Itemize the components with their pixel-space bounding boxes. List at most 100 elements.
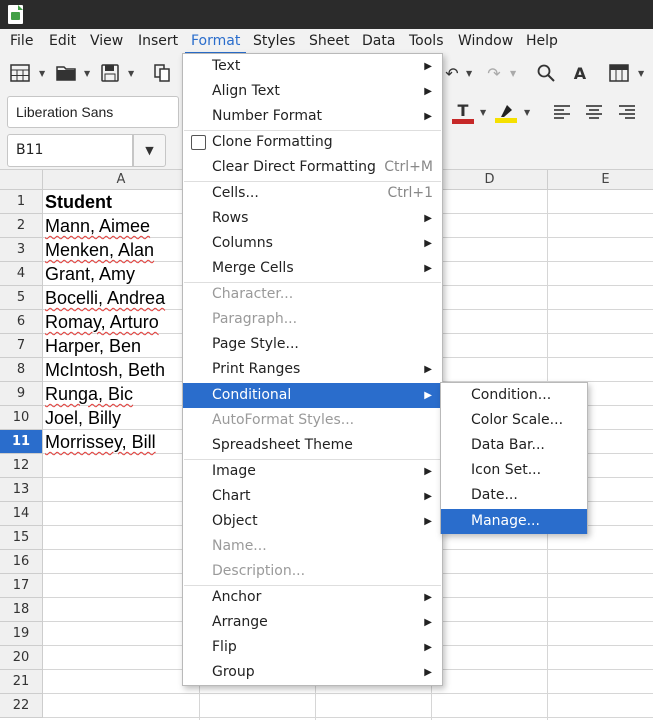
row-header-12[interactable]: 12 <box>0 454 43 478</box>
save-icon[interactable] <box>98 61 122 85</box>
menu-item-text[interactable]: Text ▶ <box>183 54 442 79</box>
menu-item-cells[interactable]: Cells... Ctrl+1 <box>183 181 442 206</box>
menu-item-number-format[interactable]: Number Format ▶ <box>183 104 442 129</box>
cell-a2[interactable]: Mann, Aimee <box>45 214 150 238</box>
menu-insert[interactable]: Insert <box>132 29 184 54</box>
menu-item-flip[interactable]: Flip ▶ <box>183 635 442 660</box>
table-icon[interactable] <box>8 61 32 85</box>
align-right-icon[interactable] <box>615 100 639 124</box>
row-header-9[interactable]: 9 <box>0 382 43 406</box>
cell-a1[interactable]: Student <box>45 190 112 214</box>
menu-item-rows[interactable]: Rows ▶ <box>183 206 442 231</box>
cell-a3[interactable]: Menken, Alan <box>45 238 154 262</box>
menu-item-object[interactable]: Object ▶ <box>183 509 442 534</box>
menu-sheet[interactable]: Sheet <box>303 29 355 54</box>
column-header-e[interactable]: E <box>548 170 653 190</box>
name-box[interactable]: B11 <box>7 134 133 167</box>
submenu-item-data-bar[interactable]: Data Bar... <box>441 433 587 458</box>
cell-a7[interactable]: Harper, Ben <box>45 334 141 358</box>
cell-a6[interactable]: Romay, Arturo <box>45 310 159 334</box>
row-header-22[interactable]: 22 <box>0 694 43 718</box>
menu-help[interactable]: Help <box>520 29 564 54</box>
align-center-icon[interactable] <box>582 100 606 124</box>
find-icon[interactable] <box>534 61 558 85</box>
menu-item-page-style[interactable]: Page Style... <box>183 332 442 357</box>
submenu-item-date[interactable]: Date... <box>441 483 587 508</box>
clone-icon[interactable] <box>150 61 174 85</box>
submenu-item-color-scale[interactable]: Color Scale... <box>441 408 587 433</box>
menu-item-arrange[interactable]: Arrange ▶ <box>183 610 442 635</box>
menu-item-print-ranges[interactable]: Print Ranges ▶ <box>183 357 442 382</box>
row-header-16[interactable]: 16 <box>0 550 43 574</box>
menu-item-columns[interactable]: Columns ▶ <box>183 231 442 256</box>
font-color-icon[interactable]: T <box>451 100 475 126</box>
name-box-dropdown-icon[interactable]: ▼ <box>133 134 166 167</box>
submenu-item-icon-set[interactable]: Icon Set... <box>441 458 587 483</box>
menu-edit[interactable]: Edit <box>43 29 82 54</box>
row-header-3[interactable]: 3 <box>0 238 43 262</box>
menu-item-merge-cells[interactable]: Merge Cells ▶ <box>183 256 442 281</box>
row-header-17[interactable]: 17 <box>0 574 43 598</box>
menu-item-conditional[interactable]: Conditional ▶ <box>183 383 442 408</box>
cell-a9[interactable]: Runga, Bic <box>45 382 133 406</box>
row-header-18[interactable]: 18 <box>0 598 43 622</box>
menu-tools[interactable]: Tools <box>403 29 450 54</box>
highlight-icon[interactable] <box>494 100 518 126</box>
row-header-8[interactable]: 8 <box>0 358 43 382</box>
row-header-19[interactable]: 19 <box>0 622 43 646</box>
menu-file[interactable]: File <box>4 29 39 54</box>
highlight-dropdown-icon[interactable]: ▼ <box>524 100 532 124</box>
cell-a11[interactable]: Morrissey, Bill <box>45 430 156 454</box>
submenu-arrow-icon: ▶ <box>424 617 432 628</box>
cell-a10[interactable]: Joel, Billy <box>45 406 121 430</box>
menu-item-clear-direct-formatting[interactable]: Clear Direct Formatting Ctrl+M <box>183 155 442 180</box>
menu-item-clone-formatting[interactable]: Clone Formatting <box>183 130 442 155</box>
menu-item-image[interactable]: Image ▶ <box>183 459 442 484</box>
menu-item-spreadsheet-theme[interactable]: Spreadsheet Theme <box>183 433 442 458</box>
open-dropdown-icon[interactable]: ▼ <box>84 61 92 85</box>
row-header-2[interactable]: 2 <box>0 214 43 238</box>
column-header-d[interactable]: D <box>432 170 548 190</box>
row-header-1[interactable]: 1 <box>0 190 43 214</box>
select-all-corner[interactable] <box>0 170 43 190</box>
row-header-6[interactable]: 6 <box>0 310 43 334</box>
cell-a4[interactable]: Grant, Amy <box>45 262 135 286</box>
open-icon[interactable] <box>54 61 78 85</box>
row-header-14[interactable]: 14 <box>0 502 43 526</box>
menu-styles[interactable]: Styles <box>247 29 301 54</box>
border-icon[interactable] <box>607 61 631 85</box>
menu-view[interactable]: View <box>84 29 129 54</box>
row-header-13[interactable]: 13 <box>0 478 43 502</box>
align-left-icon[interactable] <box>550 100 574 124</box>
cell-a8[interactable]: McIntosh, Beth <box>45 358 165 382</box>
redo-icon[interactable]: ↷ <box>482 61 506 85</box>
undo-icon[interactable]: ↶ <box>440 61 464 85</box>
menu-item-group[interactable]: Group ▶ <box>183 660 442 685</box>
column-header-a[interactable]: A <box>43 170 200 190</box>
row-header-20[interactable]: 20 <box>0 646 43 670</box>
menu-item-chart[interactable]: Chart ▶ <box>183 484 442 509</box>
menu-window[interactable]: Window <box>452 29 519 54</box>
menu-item-align-text[interactable]: Align Text ▶ <box>183 79 442 104</box>
cell-a5[interactable]: Bocelli, Andrea <box>45 286 165 310</box>
row-header-21[interactable]: 21 <box>0 670 43 694</box>
row-header-10[interactable]: 10 <box>0 406 43 430</box>
row-header-4[interactable]: 4 <box>0 262 43 286</box>
redo-dropdown-icon[interactable]: ▼ <box>510 61 518 85</box>
row-header-7[interactable]: 7 <box>0 334 43 358</box>
row-header-5[interactable]: 5 <box>0 286 43 310</box>
menu-format[interactable]: Format <box>185 29 247 54</box>
menu-data[interactable]: Data <box>356 29 401 54</box>
font-color-dropdown-icon[interactable]: ▼ <box>480 100 488 124</box>
row-header-15[interactable]: 15 <box>0 526 43 550</box>
menu-item-anchor[interactable]: Anchor ▶ <box>183 585 442 610</box>
row-header-11[interactable]: 11 <box>0 430 43 454</box>
submenu-item-condition[interactable]: Condition... <box>441 383 587 408</box>
undo-dropdown-icon[interactable]: ▼ <box>466 61 474 85</box>
table-dropdown-icon[interactable]: ▼ <box>39 61 47 85</box>
border-dropdown-icon[interactable]: ▼ <box>638 61 646 85</box>
font-name-box[interactable]: Liberation Sans <box>7 96 179 128</box>
spelling-icon[interactable]: A <box>568 61 592 85</box>
save-dropdown-icon[interactable]: ▼ <box>128 61 136 85</box>
submenu-item-manage[interactable]: Manage... <box>441 509 587 534</box>
